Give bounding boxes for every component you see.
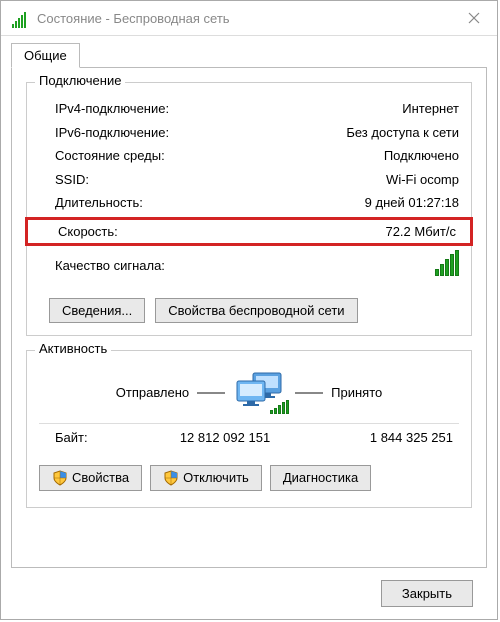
ipv6-value: Без доступа к сети [346, 123, 459, 143]
diagnose-button[interactable]: Диагностика [270, 465, 371, 491]
tabstrip: Общие [11, 42, 487, 67]
wifi-properties-button-label: Свойства беспроводной сети [168, 303, 344, 318]
row-duration: Длительность: 9 дней 01:27:18 [39, 191, 459, 215]
client-area: Общие Подключение IPv4-подключение: Инте… [1, 36, 497, 619]
wifi-properties-button[interactable]: Свойства беспроводной сети [155, 298, 357, 323]
row-ipv4: IPv4-подключение: Интернет [39, 97, 459, 121]
close-button-label: Закрыть [402, 586, 452, 601]
ssid-value: Wi-Fi ocomp [386, 170, 459, 190]
group-connection: Подключение IPv4-подключение: Интернет I… [26, 82, 472, 336]
computers-signal-icon [270, 400, 289, 417]
activity-sent-label: Отправлено [116, 385, 189, 400]
activity-diagram: Отправлено [39, 365, 459, 421]
titlebar-signal-icon [9, 8, 29, 28]
properties-button[interactable]: Свойства [39, 465, 142, 491]
media-label: Состояние среды: [55, 146, 165, 166]
bytes-label: Байт: [55, 430, 145, 445]
media-value: Подключено [384, 146, 459, 166]
close-button[interactable]: Закрыть [381, 580, 473, 607]
close-icon [468, 12, 480, 24]
ipv4-label: IPv4-подключение: [55, 99, 169, 119]
signal-strength-icon [435, 250, 459, 282]
signal-label: Качество сигнала: [55, 256, 165, 276]
window-frame: Состояние - Беспроводная сеть Общие Подк… [0, 0, 498, 620]
group-activity-legend: Активность [35, 341, 111, 356]
details-button[interactable]: Сведения... [49, 298, 145, 323]
row-ssid: SSID: Wi-Fi ocomp [39, 168, 459, 192]
group-activity: Активность Отправлено [26, 350, 472, 508]
divider [295, 392, 323, 394]
computers-icon [233, 371, 287, 415]
details-button-label: Сведения... [62, 303, 132, 318]
ipv6-label: IPv6-подключение: [55, 123, 169, 143]
speed-value: 72.2 Мбит/с [385, 222, 456, 242]
activity-recv-label: Принято [331, 385, 382, 400]
shield-icon [163, 470, 179, 486]
group-connection-legend: Подключение [35, 73, 125, 88]
diagnose-button-label: Диагностика [283, 470, 358, 485]
divider [197, 392, 225, 394]
bytes-sent-value: 12 812 092 151 [145, 430, 305, 445]
tab-general[interactable]: Общие [11, 43, 80, 68]
row-bytes: Байт: 12 812 092 151 1 844 325 251 [39, 428, 459, 447]
bytes-recv-value: 1 844 325 251 [305, 430, 459, 445]
ipv4-value: Интернет [402, 99, 459, 119]
duration-value: 9 дней 01:27:18 [365, 193, 459, 213]
titlebar[interactable]: Состояние - Беспроводная сеть [1, 1, 497, 36]
divider [39, 423, 459, 424]
row-speed-highlight: Скорость: 72.2 Мбит/с [25, 217, 473, 247]
properties-button-label: Свойства [72, 470, 129, 485]
row-signal: Качество сигнала: [39, 248, 459, 284]
dialog-footer: Закрыть [11, 568, 487, 619]
duration-label: Длительность: [55, 193, 143, 213]
row-media: Состояние среды: Подключено [39, 144, 459, 168]
tab-panel: Подключение IPv4-подключение: Интернет I… [11, 67, 487, 568]
tab-general-label: Общие [24, 48, 67, 63]
speed-label: Скорость: [58, 222, 118, 242]
disable-button[interactable]: Отключить [150, 465, 262, 491]
window-title: Состояние - Беспроводная сеть [37, 11, 230, 26]
shield-icon [52, 470, 68, 486]
row-ipv6: IPv6-подключение: Без доступа к сети [39, 121, 459, 145]
disable-button-label: Отключить [183, 470, 249, 485]
window-close-button[interactable] [451, 1, 497, 35]
ssid-label: SSID: [55, 170, 89, 190]
